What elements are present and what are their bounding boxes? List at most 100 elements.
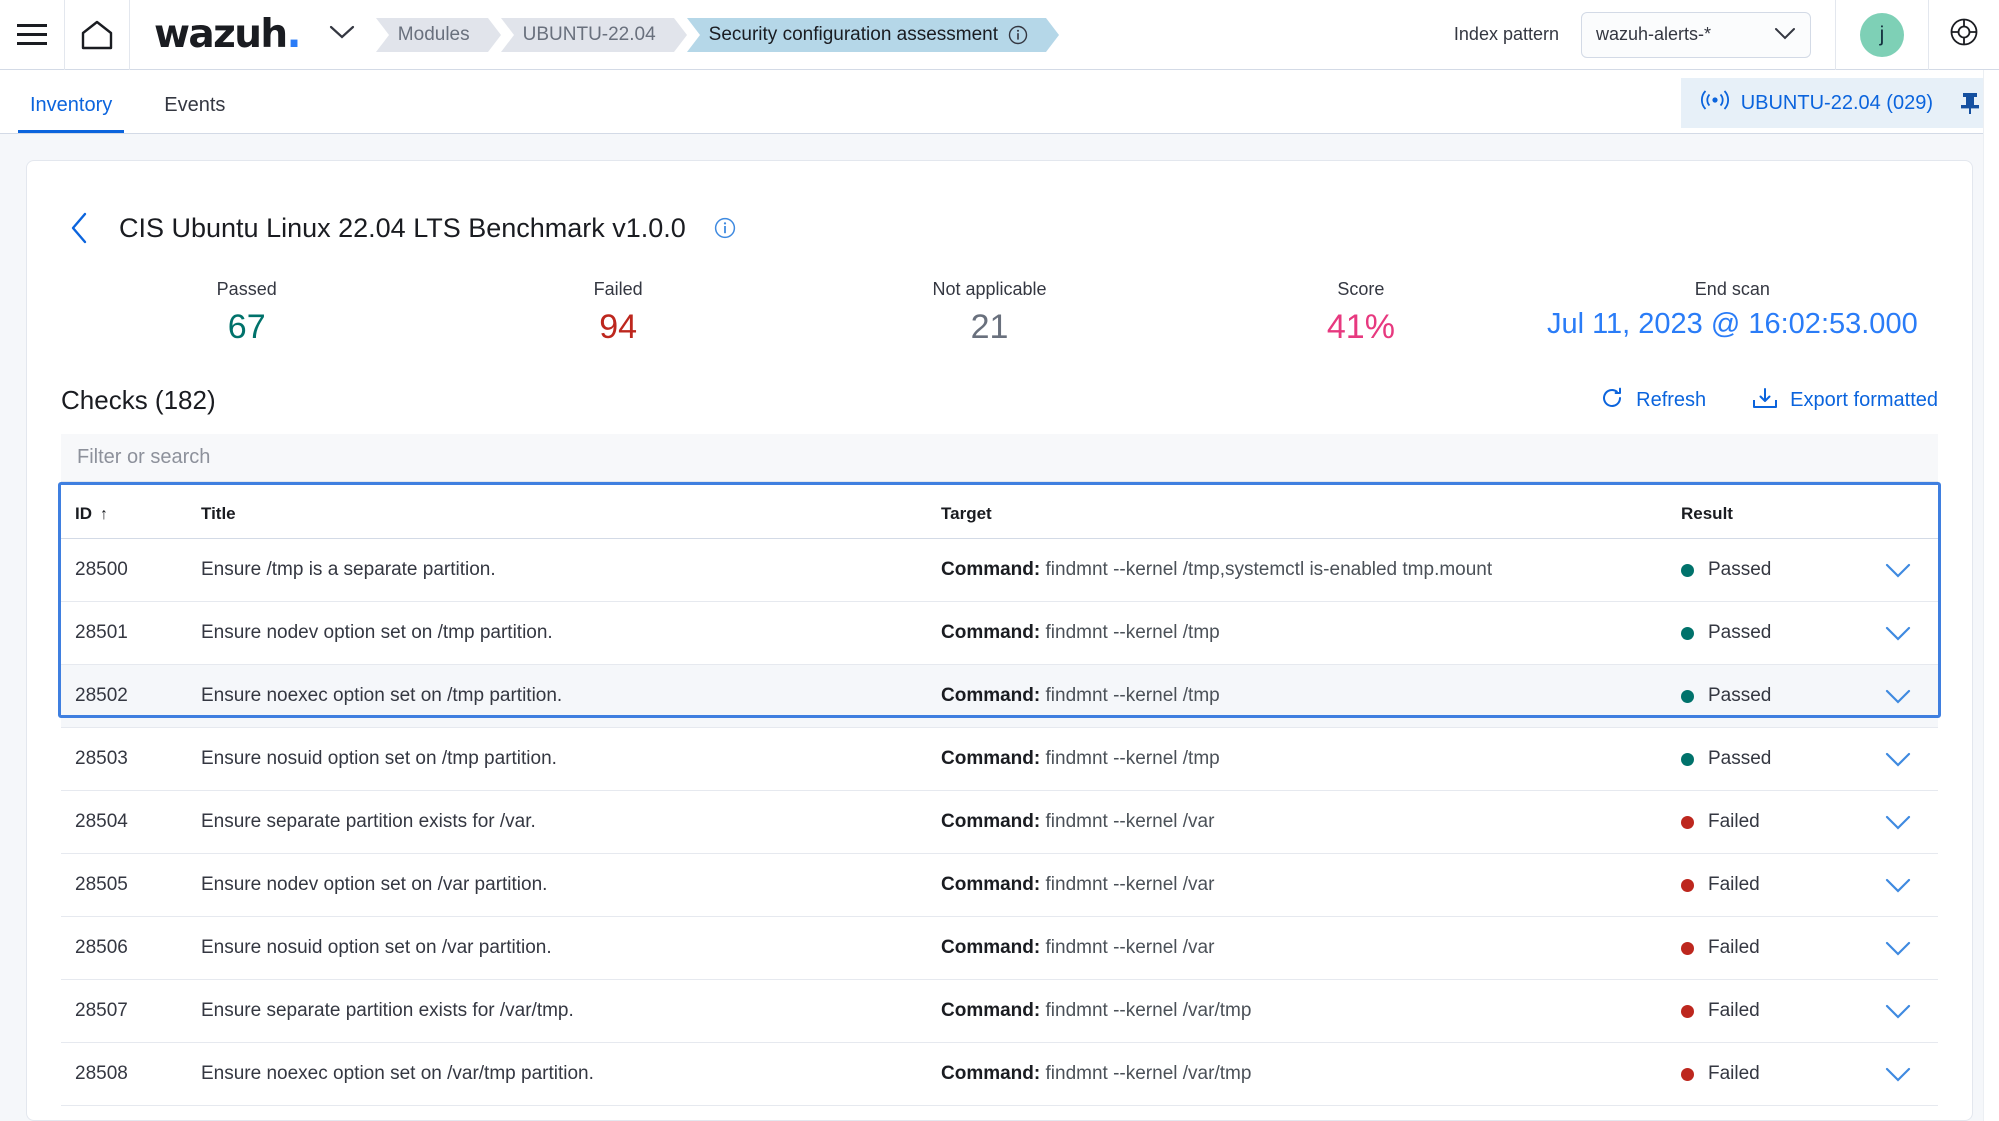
hamburger-menu-icon[interactable] [0, 0, 64, 70]
status-badge: Failed [1708, 937, 1760, 958]
chevron-left-icon[interactable] [61, 207, 97, 249]
stat-value: 41% [1326, 308, 1395, 346]
cell-target-label: Command: [941, 874, 1046, 895]
chevron-down-icon[interactable] [1858, 563, 1938, 578]
cell-target-value: findmnt --kernel /var/tmp [1045, 1000, 1252, 1021]
agent-selector-pill[interactable]: UBUNTU-22.04 (029) [1680, 78, 1999, 128]
column-header-id-label: ID [75, 504, 92, 523]
stat-value: 21 [970, 308, 1009, 346]
avatar-initial: j [1879, 22, 1885, 46]
cell-title: Ensure nodev option set on /var partitio… [201, 853, 941, 917]
cell-expand [1858, 916, 1938, 980]
breadcrumb-label: Modules [397, 23, 470, 45]
cell-expand [1858, 790, 1938, 854]
checks-heading: Checks (182) [61, 385, 216, 415]
cell-id: 28504 [61, 790, 201, 854]
cell-result: Failed [1681, 1042, 1858, 1106]
cell-target-label: Command: [941, 559, 1046, 580]
chevron-down-icon[interactable] [1858, 752, 1938, 767]
info-circle-icon[interactable] [1008, 25, 1028, 45]
table-row[interactable]: 28501 Ensure nodev option set on /tmp par… [61, 601, 1938, 665]
column-header-target[interactable]: Target [941, 482, 1681, 539]
cell-expand [1858, 853, 1938, 917]
page-scrollbar[interactable] [1983, 70, 1999, 1121]
wazuh-logo[interactable]: wazuh. [130, 12, 310, 57]
search-bar [61, 434, 1938, 482]
export-label: Export formatted [1790, 389, 1938, 411]
table-row[interactable]: 28504 Ensure separate partition exists fo… [61, 790, 1938, 854]
cell-id: 28508 [61, 1042, 201, 1106]
agent-pill-label: UBUNTU-22.04 (029) [1740, 91, 1933, 114]
chevron-down-icon[interactable] [1858, 689, 1938, 704]
chevron-down-icon[interactable] [1858, 815, 1938, 830]
home-icon[interactable] [65, 0, 129, 70]
chevron-down-icon[interactable] [1858, 626, 1938, 641]
chevron-down-icon[interactable] [1858, 1067, 1938, 1082]
cell-id: 28503 [61, 727, 201, 791]
export-formatted-button[interactable]: Export formatted [1752, 386, 1938, 416]
table-row[interactable]: 28509Ensure nosuid option set on /var/tm… [61, 1105, 1938, 1120]
status-badge: Failed [1708, 1063, 1760, 1084]
table-row[interactable]: 28500 Ensure /tmp is a separate partition… [61, 538, 1938, 602]
cell-result: Passed [1681, 538, 1858, 602]
status-badge: Failed [1708, 811, 1760, 832]
page-title: CIS Ubuntu Linux 22.04 LTS Benchmark v1.… [119, 212, 686, 243]
search-input[interactable] [77, 446, 1922, 469]
info-circle-icon[interactable] [714, 217, 736, 239]
table-row[interactable]: 28506 Ensure nosuid option set on /var pa… [61, 916, 1938, 980]
table-row[interactable]: 28508 Ensure noexec option set on /var/tm… [61, 1042, 1938, 1106]
stat-label: Score [1337, 279, 1385, 299]
stat-end-scan: End scan Jul 11, 2023 @ 16:02:53.000 [1547, 279, 1918, 347]
cell-target-value: findmnt --kernel /var [1045, 937, 1215, 958]
refresh-button[interactable]: Refresh [1600, 386, 1706, 416]
cell-title: Ensure noexec option set on /tmp partiti… [201, 664, 941, 728]
tab-events[interactable]: Events [142, 94, 247, 133]
sort-ascending-icon: ↑ [100, 506, 108, 523]
status-dot-failed [1681, 815, 1694, 829]
chevron-down-icon[interactable] [328, 24, 356, 45]
column-header-id[interactable]: ID ↑ [61, 482, 201, 539]
checks-table-body: 28500 Ensure /tmp is a separate partition… [61, 538, 1938, 1120]
index-pattern-select[interactable]: wazuh-alerts-* [1581, 11, 1811, 58]
chevron-down-icon[interactable] [1858, 1004, 1938, 1019]
index-pattern-label: Index pattern [1453, 24, 1559, 44]
table-row[interactable]: 28502 Ensure noexec option set on /tmp pa… [61, 664, 1938, 728]
column-header-title[interactable]: Title [201, 482, 941, 539]
status-badge: Passed [1708, 622, 1772, 643]
cell-title: Ensure nosuid option set on /var partiti… [201, 916, 941, 980]
pin-icon[interactable] [1959, 91, 1981, 115]
column-header-result[interactable]: Result [1681, 482, 1858, 539]
table-row[interactable]: 28507 Ensure separate partition exists fo… [61, 979, 1938, 1043]
breadcrumb-item-agent[interactable]: UBUNTU-22.04 [500, 17, 687, 52]
avatar[interactable]: j [1860, 12, 1904, 57]
download-export-icon [1752, 386, 1778, 416]
checks-table: ID ↑ Title Target Result 28500 Ensure /tmp… [61, 482, 1938, 1120]
breadcrumb: Modules UBUNTU-22.04 Security configurat… [375, 17, 1060, 52]
status-dot-failed [1681, 941, 1694, 955]
cell-title: Ensure nosuid option set on /tmp partiti… [201, 727, 941, 791]
cell-target-value: findmnt --kernel /tmp [1045, 748, 1220, 769]
lifebuoy-help-icon[interactable] [1949, 17, 1979, 52]
chevron-down-icon[interactable] [1858, 878, 1938, 893]
cell-target: Command: findmnt --kernel /var [941, 916, 1681, 980]
breadcrumb-item-sca[interactable]: Security configuration assessment [686, 17, 1060, 52]
cell-target-label: Command: [941, 748, 1046, 769]
status-badge: Passed [1708, 685, 1772, 706]
breadcrumb-item-modules[interactable]: Modules [375, 17, 501, 52]
chevron-down-icon[interactable] [1858, 941, 1938, 956]
cell-target-label: Command: [941, 811, 1046, 832]
cell-expand [1858, 1042, 1938, 1106]
tab-inventory[interactable]: Inventory [8, 94, 134, 133]
tab-label: Events [164, 94, 226, 116]
breadcrumb-label: Security configuration assessment [708, 23, 999, 45]
breadcrumb-label: UBUNTU-22.04 [522, 23, 656, 45]
table-row[interactable]: 28503 Ensure nosuid option set on /tmp pa… [61, 727, 1938, 791]
cell-result: Failed [1681, 853, 1858, 917]
cell-target: Command: findmnt --kernel /var [941, 853, 1681, 917]
cell-result: Failed [1681, 979, 1858, 1043]
table-row[interactable]: 28505 Ensure nodev option set on /var par… [61, 853, 1938, 917]
cell-target-value: findmnt --kernel /tmp [1045, 685, 1220, 706]
cell-target: Command: findmnt --kernel /var/tmp [941, 1105, 1681, 1120]
cell-title: Ensure separate partition exists for /va… [201, 790, 941, 854]
status-badge: Passed [1708, 559, 1772, 580]
